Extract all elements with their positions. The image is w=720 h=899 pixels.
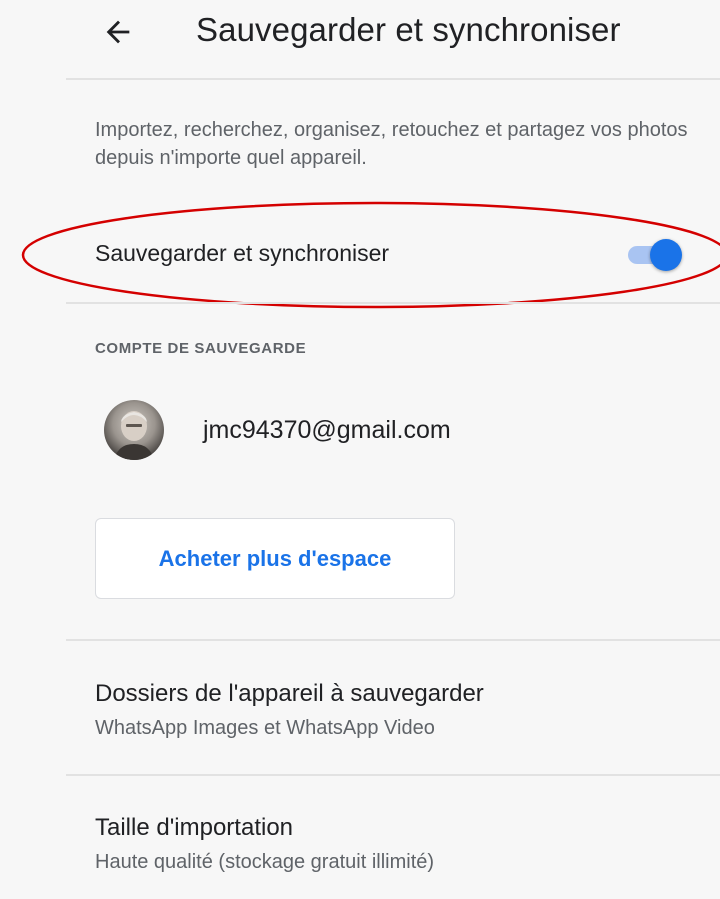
intro-description: Importez, recherchez, organisez, retouch… (95, 119, 688, 169)
setting-subtitle: Haute qualité (stockage gratuit illimité… (95, 851, 435, 873)
setting-subtitle: WhatsApp Images et WhatsApp Video (95, 717, 435, 739)
buy-more-storage-button[interactable]: Acheter plus d'espace (95, 518, 455, 599)
backup-sync-screen: Sauvegarder et synchroniser Importez, re… (0, 0, 720, 899)
arrow-left-icon (106, 20, 130, 44)
header-divider (66, 78, 720, 80)
back-button[interactable] (98, 12, 138, 52)
backup-sync-switch[interactable] (626, 239, 688, 271)
backup-account-section-title: COMPTE DE SAUVEGARDE (95, 340, 307, 357)
switch-thumb (650, 239, 682, 271)
account-email: jmc94370@gmail.com (203, 416, 451, 444)
setting-title: Taille d'importation (95, 814, 294, 841)
backup-account-row[interactable]: jmc94370@gmail.com (66, 394, 720, 466)
setting-title: Dossiers de l'appareil à sauvegarder (95, 680, 484, 707)
backup-sync-label: Sauvegarder et synchroniser (95, 240, 390, 266)
buy-more-storage-label: Acheter plus d'espace (158, 545, 392, 571)
page-title: Sauvegarder et synchroniser (196, 11, 621, 48)
backup-sync-toggle-row[interactable]: Sauvegarder et synchroniser (66, 218, 720, 290)
user-photo-icon (114, 411, 154, 460)
avatar (104, 400, 164, 460)
upload-size-setting[interactable]: Taille d'importation Haute qualité (stoc… (66, 776, 720, 886)
device-folders-setting[interactable]: Dossiers de l'appareil à sauvegarder Wha… (66, 641, 720, 751)
sync-divider (66, 302, 720, 304)
